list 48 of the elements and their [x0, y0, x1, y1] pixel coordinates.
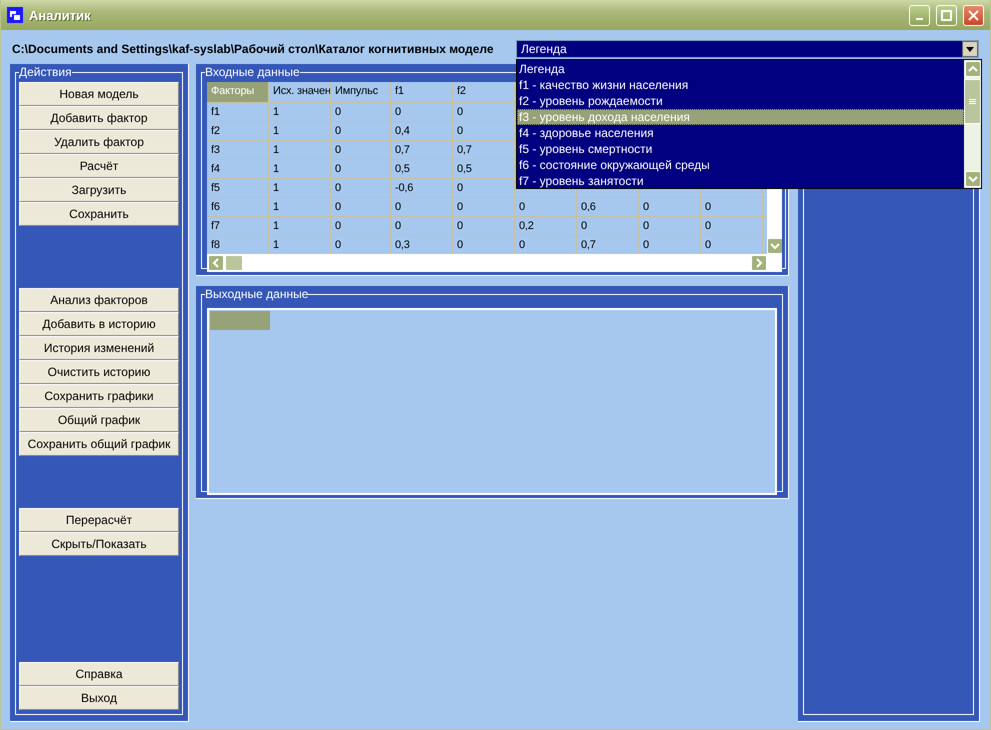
- table-cell: 0,7: [453, 141, 515, 160]
- table-cell: f3: [207, 141, 269, 160]
- table-cell: 0: [701, 217, 763, 236]
- panel-title: Действия: [19, 66, 72, 78]
- table-cell: 0: [453, 103, 515, 122]
- table-cell: 1: [269, 141, 331, 160]
- table-cell: f7: [207, 217, 269, 236]
- table-cell: 0,4: [391, 122, 453, 141]
- table-cell: f6: [207, 198, 269, 217]
- table-cell: 0: [391, 198, 453, 217]
- table-cell: 1: [269, 160, 331, 179]
- table-cell: 0,6: [577, 198, 639, 217]
- table-cell: 0: [331, 122, 391, 141]
- table-cell: 0: [453, 217, 515, 236]
- table-cell: 1: [269, 122, 331, 141]
- table-cell: f2: [207, 122, 269, 141]
- table-cell: 1: [269, 217, 331, 236]
- panel-title: Выходные данные: [205, 288, 308, 300]
- table-cell: 0: [453, 122, 515, 141]
- table-cell: f5: [207, 179, 269, 198]
- table-cell: 0: [331, 198, 391, 217]
- table-cell: 0,7: [391, 141, 453, 160]
- table-cell: 0: [639, 198, 701, 217]
- table-cell: 0: [331, 141, 391, 160]
- table-cell: 0: [515, 198, 577, 217]
- window-title: Аналитик: [29, 8, 92, 22]
- table-cell: 0: [391, 217, 453, 236]
- panel-title: Входные данные: [205, 66, 300, 78]
- table-cell: -0,6: [391, 179, 453, 198]
- table-cell: 0: [331, 160, 391, 179]
- table-cell: 0: [331, 217, 391, 236]
- table-cell: 1: [269, 179, 331, 198]
- table-cell: 0,2: [515, 217, 577, 236]
- table-cell: 1: [269, 103, 331, 122]
- table-cell: 0: [391, 103, 453, 122]
- table-cell: 0,5: [453, 160, 515, 179]
- table-cell: 0: [453, 179, 515, 198]
- table-cell: 0: [331, 103, 391, 122]
- table-cell: f1: [207, 103, 269, 122]
- table-cell: 0: [701, 198, 763, 217]
- table-cell: 0,5: [391, 160, 453, 179]
- table-cell: 0: [453, 198, 515, 217]
- file-path: C:\Documents and Settings\kaf-syslab\Рабочий стол\Каталог когнитивных моделе: [11, 42, 495, 56]
- table-cell: f4: [207, 160, 269, 179]
- table-cell: 0: [331, 179, 391, 198]
- table-cell: 0: [577, 217, 639, 236]
- table-cell: 1: [269, 198, 331, 217]
- table-cell: 0: [639, 217, 701, 236]
